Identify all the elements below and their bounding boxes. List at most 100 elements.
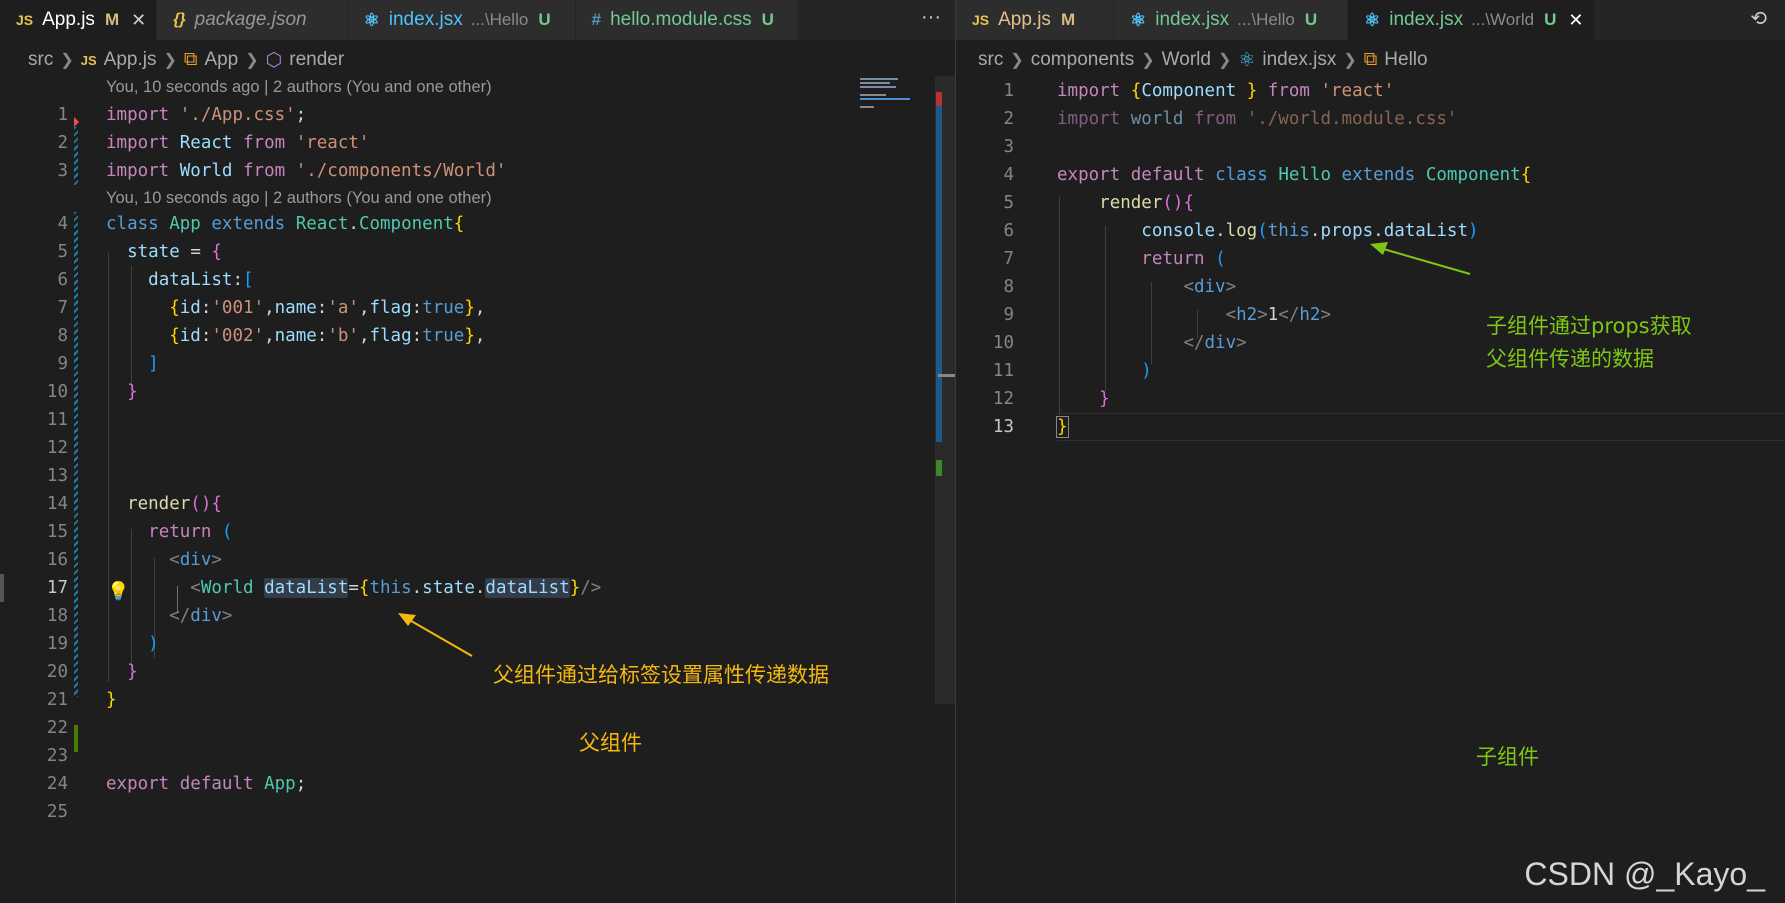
untracked-badge: U <box>538 10 551 29</box>
code-line: import './App.css'; <box>106 105 307 125</box>
tab-package-json[interactable]: {} package.json <box>157 0 348 40</box>
tab-label: hello.module.css <box>610 9 752 30</box>
annotation-props-line1: 子组件通过props获取 <box>1486 314 1692 338</box>
more-actions-icon[interactable]: ··· <box>921 6 941 29</box>
code-line: export default App; <box>106 774 307 794</box>
line-number: 9 <box>57 354 68 374</box>
breadcrumb-class[interactable]: Hello <box>1384 49 1427 71</box>
code-line: <World dataList={this.state.dataList}/> <box>190 578 602 598</box>
breadcrumb-file[interactable]: App.js <box>104 49 157 71</box>
breadcrumb-file[interactable]: index.jsx <box>1262 49 1336 71</box>
json-file-icon: {} <box>173 11 186 28</box>
annotation-parent-component: 父组件 <box>579 731 642 755</box>
tab-world-index-jsx[interactable]: ⚛ index.jsx ...\World U ✕ <box>1348 0 1595 40</box>
line-number: 15 <box>46 522 68 542</box>
left-tab-bar: JS App.js M ✕ {} package.json ⚛ index.js… <box>0 0 955 40</box>
code-line: {id:'002',name:'b',flag:true}, <box>169 326 486 346</box>
code-line: <h2>1</h2> <box>1225 305 1331 325</box>
close-icon[interactable]: ✕ <box>131 10 146 31</box>
tab-app-js[interactable]: JS App.js M ✕ <box>0 0 158 40</box>
line-number: 22 <box>46 718 68 738</box>
deleted-lines-marker[interactable] <box>74 117 79 127</box>
code-line: dataList:[ <box>148 270 254 290</box>
line-number: 6 <box>1003 221 1014 241</box>
modified-lines-marker[interactable] <box>74 127 78 185</box>
line-number: 6 <box>57 270 68 290</box>
code-line: import world from './world.module.css' <box>1057 109 1458 129</box>
code-line: return ( <box>1141 249 1226 269</box>
minimap[interactable] <box>860 76 918 126</box>
code-line: class App extends React.Component{ <box>106 214 465 234</box>
annotation-arrow <box>398 613 473 657</box>
line-number: 13 <box>46 466 68 486</box>
tab-label: index.jsx <box>1389 9 1464 30</box>
tab-label: App.js <box>998 9 1051 30</box>
watermark: CSDN @_Kayo_ <box>1524 856 1765 892</box>
annotation-props-line2: 父组件传递的数据 <box>1486 347 1654 371</box>
added-lines-marker[interactable] <box>74 725 78 752</box>
code-line: ] <box>148 354 159 374</box>
git-blame-lens[interactable]: You, 10 seconds ago | 2 authors (You and… <box>106 189 492 208</box>
close-icon[interactable]: ✕ <box>1568 10 1583 31</box>
right-editor-pane: JS App.js M ⚛ index.jsx ...\Hello U ⚛ in… <box>956 0 1785 903</box>
breadcrumb-folder[interactable]: src <box>978 49 1003 71</box>
code-line: state = { <box>127 242 222 262</box>
breadcrumb-method[interactable]: render <box>289 49 344 71</box>
css-file-icon: # <box>591 10 602 29</box>
line-number: 17 <box>46 578 68 598</box>
javascript-file-icon: JS <box>80 52 97 68</box>
line-number: 1 <box>1003 81 1014 101</box>
git-blame-lens[interactable]: You, 10 seconds ago | 2 authors (You and… <box>106 78 492 97</box>
line-number: 7 <box>57 298 68 318</box>
code-line: {id:'001',name:'a',flag:true}, <box>169 298 486 318</box>
untracked-badge: U <box>1544 10 1557 29</box>
line-number: 18 <box>46 606 68 626</box>
code-line: ) <box>1141 361 1152 381</box>
breadcrumb-class[interactable]: App <box>204 49 238 71</box>
line-number: 5 <box>57 242 68 262</box>
tab-path: ...\Hello <box>470 10 529 29</box>
lightbulb-icon[interactable]: 💡 <box>107 581 129 602</box>
code-line: } <box>127 382 138 402</box>
line-number: 12 <box>46 438 68 458</box>
code-line: <div> <box>1183 277 1237 297</box>
line-number: 7 <box>1003 249 1014 269</box>
code-line: } <box>106 690 117 710</box>
breadcrumb-folder[interactable]: src <box>28 49 53 71</box>
breadcrumb: src ❯ JS App.js ❯ ⧉ App ❯ ⬡ render <box>28 46 344 74</box>
class-icon: ⧉ <box>1363 49 1378 70</box>
history-icon[interactable]: ⟲ <box>1750 6 1767 31</box>
code-line: import World from './components/World' <box>106 161 507 181</box>
react-file-icon: ⚛ <box>1238 49 1256 71</box>
code-line: } <box>1099 389 1110 409</box>
line-number: 14 <box>46 494 68 514</box>
line-number: 13 <box>992 417 1014 437</box>
code-line: <div> <box>169 550 222 570</box>
code-line: render(){ <box>127 494 222 514</box>
tab-app-js[interactable]: JS App.js M <box>956 0 1115 40</box>
line-number: 4 <box>57 214 68 234</box>
line-number: 4 <box>1003 165 1014 185</box>
method-icon: ⬡ <box>265 49 283 71</box>
breadcrumb-folder[interactable]: components <box>1031 49 1135 71</box>
breadcrumb: src ❯ components ❯ World ❯ ⚛ index.jsx ❯… <box>978 46 1428 74</box>
tab-hello-index-jsx[interactable]: ⚛ index.jsx ...\Hello U <box>347 0 576 40</box>
line-number: 23 <box>46 746 68 766</box>
chevron-right-icon: ❯ <box>1010 52 1024 69</box>
chevron-right-icon: ❯ <box>1343 52 1357 69</box>
line-number: 9 <box>1003 305 1014 325</box>
code-line: </div> <box>169 606 233 626</box>
line-number: 3 <box>57 161 68 181</box>
modified-lines-marker[interactable] <box>74 212 78 697</box>
line-number: 19 <box>46 634 68 654</box>
line-number: 1 <box>57 105 68 125</box>
tab-hello-module-css[interactable]: # hello.module.css U <box>575 0 799 40</box>
breadcrumb-folder[interactable]: World <box>1162 49 1211 71</box>
code-line: export default class Hello extends Compo… <box>1057 165 1532 185</box>
line-number: 5 <box>1003 193 1014 213</box>
tab-label: package.json <box>194 9 307 30</box>
code-line: } <box>127 662 138 682</box>
chevron-right-icon: ❯ <box>163 52 177 69</box>
react-file-icon: ⚛ <box>1130 9 1147 30</box>
tab-hello-index-jsx[interactable]: ⚛ index.jsx ...\Hello U <box>1114 0 1349 40</box>
